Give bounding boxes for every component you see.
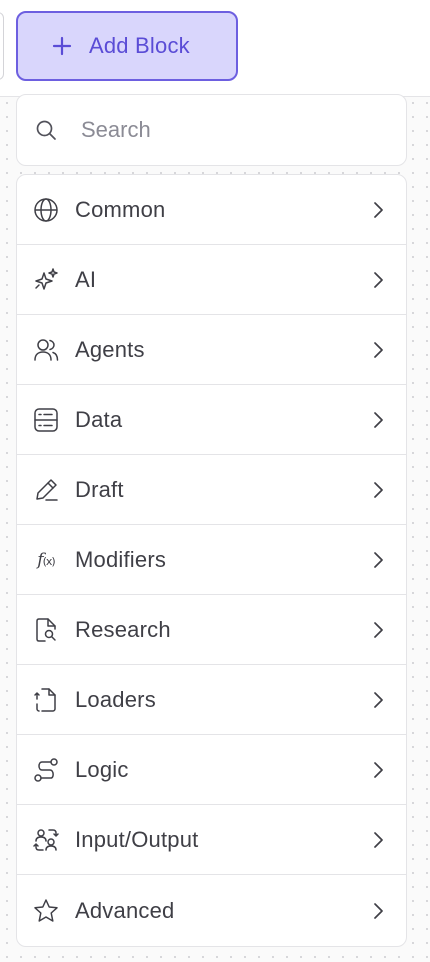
menu-item-label: Common bbox=[75, 196, 166, 222]
menu-item-label: Input/Output bbox=[75, 826, 199, 852]
plus-icon bbox=[49, 33, 75, 59]
menu-item-common[interactable]: Common bbox=[17, 175, 406, 245]
block-category-menu: Common AI Agents Data Draft f(x) Modifie… bbox=[16, 174, 407, 947]
chevron-right-icon bbox=[368, 760, 388, 780]
menu-item-label: Research bbox=[75, 616, 171, 642]
function-icon: f(x) bbox=[37, 549, 55, 570]
menu-item-loaders[interactable]: Loaders bbox=[17, 665, 406, 735]
chevron-right-icon bbox=[368, 901, 388, 921]
menu-item-agents[interactable]: Agents bbox=[17, 315, 406, 385]
previous-toolbar-button[interactable] bbox=[0, 12, 4, 80]
add-block-button[interactable]: Add Block bbox=[16, 11, 238, 81]
pencil-icon bbox=[33, 477, 59, 503]
chevron-right-icon bbox=[368, 270, 388, 290]
route-icon bbox=[33, 757, 59, 783]
chevron-right-icon bbox=[368, 480, 388, 500]
file-loader-icon bbox=[33, 687, 59, 713]
menu-item-modifiers[interactable]: f(x) Modifiers bbox=[17, 525, 406, 595]
menu-item-advanced[interactable]: Advanced bbox=[17, 875, 406, 946]
chevron-right-icon bbox=[368, 200, 388, 220]
menu-item-logic[interactable]: Logic bbox=[17, 735, 406, 805]
sparkles-icon bbox=[33, 267, 59, 293]
chevron-right-icon bbox=[368, 690, 388, 710]
database-icon bbox=[33, 407, 59, 433]
menu-item-draft[interactable]: Draft bbox=[17, 455, 406, 525]
star-icon bbox=[33, 898, 59, 924]
menu-item-data[interactable]: Data bbox=[17, 385, 406, 455]
chevron-right-icon bbox=[368, 550, 388, 570]
chevron-right-icon bbox=[368, 830, 388, 850]
toolbar: Add Block bbox=[0, 0, 430, 97]
menu-item-label: Logic bbox=[75, 756, 129, 782]
search-box bbox=[16, 94, 407, 166]
menu-item-label: Data bbox=[75, 406, 123, 432]
menu-item-label: AI bbox=[75, 266, 97, 292]
menu-item-label: Advanced bbox=[75, 897, 175, 923]
menu-item-research[interactable]: Research bbox=[17, 595, 406, 665]
users-icon bbox=[33, 337, 59, 363]
menu-item-label: Loaders bbox=[75, 686, 156, 712]
menu-item-label: Agents bbox=[75, 336, 145, 362]
search-input[interactable] bbox=[79, 116, 383, 144]
chevron-right-icon bbox=[368, 620, 388, 640]
add-block-label: Add Block bbox=[89, 33, 190, 58]
input-output-icon bbox=[33, 827, 59, 853]
menu-item-label: Draft bbox=[75, 476, 124, 502]
chevron-right-icon bbox=[368, 340, 388, 360]
menu-item-ai[interactable]: AI bbox=[17, 245, 406, 315]
globe-icon bbox=[33, 197, 59, 223]
menu-item-label: Modifiers bbox=[75, 546, 167, 572]
menu-item-input-output[interactable]: Input/Output bbox=[17, 805, 406, 875]
chevron-right-icon bbox=[368, 410, 388, 430]
search-icon bbox=[33, 117, 59, 143]
file-search-icon bbox=[33, 617, 59, 643]
